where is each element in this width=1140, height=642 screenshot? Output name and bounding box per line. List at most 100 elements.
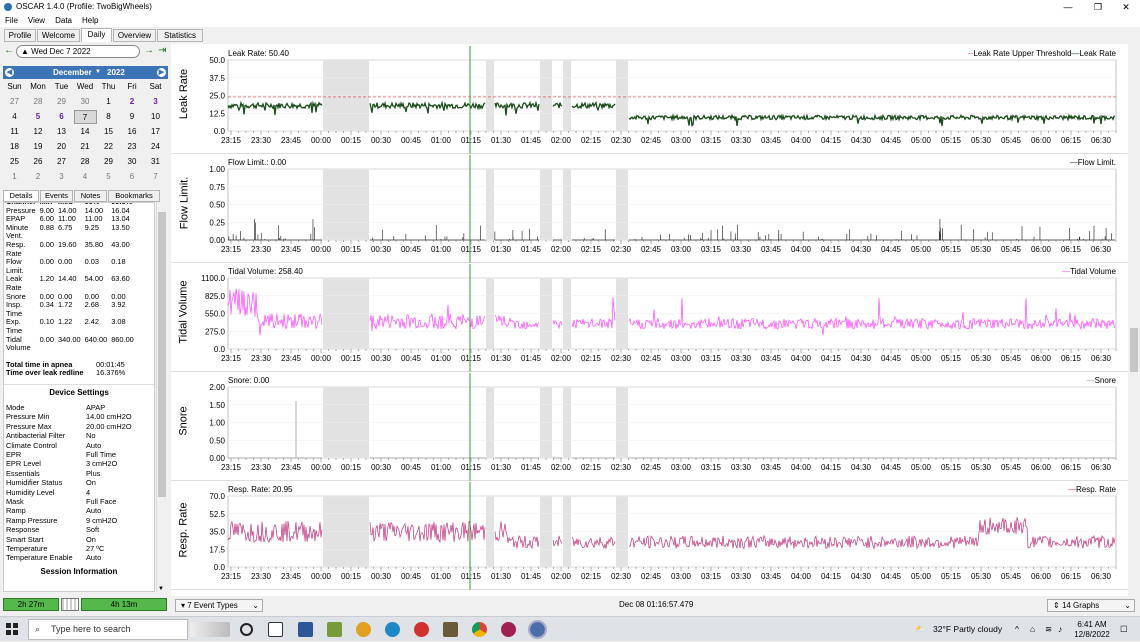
- calendar-day[interactable]: 17: [144, 125, 167, 139]
- calendar-day[interactable]: 1: [3, 170, 26, 184]
- details-scrollbar[interactable]: ▼: [156, 202, 166, 592]
- calendar-day[interactable]: 29: [97, 155, 120, 169]
- tab-events[interactable]: Events: [40, 190, 73, 202]
- minimize-button[interactable]: —: [1054, 0, 1082, 14]
- menu-data[interactable]: Data: [50, 14, 77, 27]
- tab-statistics[interactable]: Statistics: [157, 29, 203, 42]
- tab-overview[interactable]: Overview: [113, 29, 156, 42]
- calendar-day[interactable]: 21: [74, 140, 97, 154]
- graphs-scrollbar-thumb[interactable]: [1130, 328, 1138, 372]
- tab-notes[interactable]: Notes: [74, 190, 107, 202]
- calendar-day[interactable]: 15: [97, 125, 120, 139]
- app-icon-orange[interactable]: [356, 622, 371, 637]
- graph-leak-rate[interactable]: 50.0 37.5 25.0 12.5 0.0 23:15 23:30 23:45 00:00 0…: [171, 46, 1140, 154]
- calendar-day[interactable]: 11: [3, 125, 26, 139]
- graph-canvas[interactable]: 50.0 37.5 25.0 12.5 0.023:15 23:30 23:45 00:00 0…: [171, 46, 1140, 154]
- calendar-day[interactable]: 3: [144, 95, 167, 109]
- prev-day-arrow-icon[interactable]: ←: [4, 44, 14, 58]
- calendar-day[interactable]: 2: [121, 95, 144, 109]
- calendar-day[interactable]: 28: [27, 95, 50, 109]
- graph-flow-limit[interactable]: 1.00 0.75 0.50 0.25 0.00 23:15 23:30 23:45 00:00…: [171, 155, 1140, 263]
- calendar-day[interactable]: 3: [50, 170, 73, 184]
- calendar-day[interactable]: 4: [3, 110, 26, 124]
- graphs-area[interactable]: 50.0 37.5 25.0 12.5 0.0 23:15 23:30 23:45 00:00 0…: [171, 44, 1140, 596]
- calendar-day[interactable]: 12: [27, 125, 50, 139]
- tab-details[interactable]: Details: [3, 190, 39, 202]
- tab-daily[interactable]: Daily: [81, 28, 112, 42]
- menu-file[interactable]: File: [0, 14, 23, 27]
- calendar-year[interactable]: 2022: [107, 66, 125, 79]
- app-icon-red[interactable]: [414, 622, 429, 637]
- graphs-dropdown[interactable]: ⇕ 14 Graphs ⌄: [1047, 599, 1135, 612]
- scroll-down-icon[interactable]: ▼: [158, 586, 164, 592]
- graph-snore[interactable]: 2.00 1.50 1.00 0.50 0.00 23:15 23:30 23:45 00:00…: [171, 373, 1140, 481]
- prev-month-icon[interactable]: ◀: [5, 68, 14, 77]
- calendar-day[interactable]: 6: [50, 110, 73, 124]
- scrollbar-thumb[interactable]: [158, 212, 166, 497]
- last-day-arrow-icon[interactable]: ⇥: [158, 44, 166, 58]
- calendar-day[interactable]: 22: [97, 140, 120, 154]
- date-picker[interactable]: ▲ Wed Dec 7 2022: [16, 45, 140, 58]
- calendar-day[interactable]: 4: [74, 170, 97, 184]
- network-icon[interactable]: ⌂: [1030, 617, 1035, 642]
- calendar-day[interactable]: 2: [27, 170, 50, 184]
- chrome-icon[interactable]: [472, 622, 487, 637]
- weather-icon[interactable]: ⛅: [915, 617, 926, 642]
- graph-tidal-volume[interactable]: 1100.0 825.0 550.0 275.0 0.0 23:15 23:30 23:45 0…: [171, 264, 1140, 372]
- graph-canvas[interactable]: 70.0 52.5 35.0 17.5 0.023:15 23:30 23:45 00:00 0…: [171, 482, 1140, 590]
- calendar-day[interactable]: 28: [74, 155, 97, 169]
- session-bar-2[interactable]: 4h 13m: [81, 598, 167, 611]
- calendar-day[interactable]: 20: [50, 140, 73, 154]
- next-month-icon[interactable]: ▶: [157, 68, 166, 77]
- menu-help[interactable]: Help: [77, 14, 103, 27]
- calendar-day[interactable]: 18: [3, 140, 26, 154]
- tab-welcome[interactable]: Welcome: [37, 29, 80, 42]
- calendar-day[interactable]: 27: [3, 95, 26, 109]
- calendar-day[interactable]: 6: [121, 170, 144, 184]
- notification-icon[interactable]: ☐: [1120, 617, 1128, 642]
- menu-view[interactable]: View: [23, 14, 50, 27]
- app-icon-photo[interactable]: [443, 622, 458, 637]
- maximize-button[interactable]: ❐: [1084, 0, 1112, 14]
- tab-bookmarks[interactable]: Bookmarks: [108, 190, 160, 202]
- volume-icon[interactable]: ♪: [1058, 617, 1062, 642]
- calendar-day[interactable]: 30: [121, 155, 144, 169]
- calendar-day[interactable]: 30: [74, 95, 97, 109]
- calendar-day[interactable]: 5: [27, 110, 50, 124]
- calendar-day[interactable]: 25: [3, 155, 26, 169]
- graph-canvas[interactable]: 2.00 1.50 1.00 0.50 0.0023:15 23:30 23:45 00:00…: [171, 373, 1140, 481]
- session-bar-1[interactable]: 2h 27m: [3, 598, 59, 611]
- calendar-day[interactable]: 7: [144, 170, 167, 184]
- app-icon-green[interactable]: [327, 622, 342, 637]
- graph-canvas[interactable]: 1100.0 825.0 550.0 275.0 0.023:15 23:30 23:45 0…: [171, 264, 1140, 372]
- clock[interactable]: 6:41 AM 12/8/2022: [1072, 620, 1112, 640]
- taskbar-search[interactable]: ⌕ Type here to search: [28, 619, 188, 640]
- oscar-taskbar-icon[interactable]: [528, 620, 547, 639]
- tab-profile[interactable]: Profile: [4, 29, 36, 42]
- calendar-day[interactable]: 16: [121, 125, 144, 139]
- calendar-day[interactable]: 9: [121, 110, 144, 124]
- calendar-day[interactable]: 13: [50, 125, 73, 139]
- calendar-day[interactable]: 27: [50, 155, 73, 169]
- calendar-day[interactable]: 23: [121, 140, 144, 154]
- calendar-day[interactable]: 8: [97, 110, 120, 124]
- calendar-day[interactable]: 14: [74, 125, 97, 139]
- calendar-day[interactable]: 19: [27, 140, 50, 154]
- word-icon[interactable]: [298, 622, 313, 637]
- next-day-arrow-icon[interactable]: →: [144, 44, 154, 58]
- windows-start-icon[interactable]: [6, 623, 18, 635]
- graph-canvas[interactable]: 1.00 0.75 0.50 0.25 0.0023:15 23:30 23:45 00:00…: [171, 155, 1140, 263]
- month-dropdown-icon[interactable]: ▼: [95, 66, 101, 79]
- task-view-icon[interactable]: [268, 622, 283, 637]
- calendar-day[interactable]: 29: [50, 95, 73, 109]
- calendar-month[interactable]: December: [53, 66, 92, 79]
- calendar-day[interactable]: 26: [27, 155, 50, 169]
- edge-icon[interactable]: [385, 622, 400, 637]
- calendar-day[interactable]: 1: [97, 95, 120, 109]
- calendar-day[interactable]: 24: [144, 140, 167, 154]
- app-icon-purple[interactable]: [501, 622, 516, 637]
- calendar-day[interactable]: 10: [144, 110, 167, 124]
- event-types-dropdown[interactable]: ▾ 7 Event Types ⌄: [175, 599, 263, 612]
- tray-chevron-icon[interactable]: ^: [1015, 617, 1019, 642]
- close-button[interactable]: ✕: [1112, 0, 1140, 14]
